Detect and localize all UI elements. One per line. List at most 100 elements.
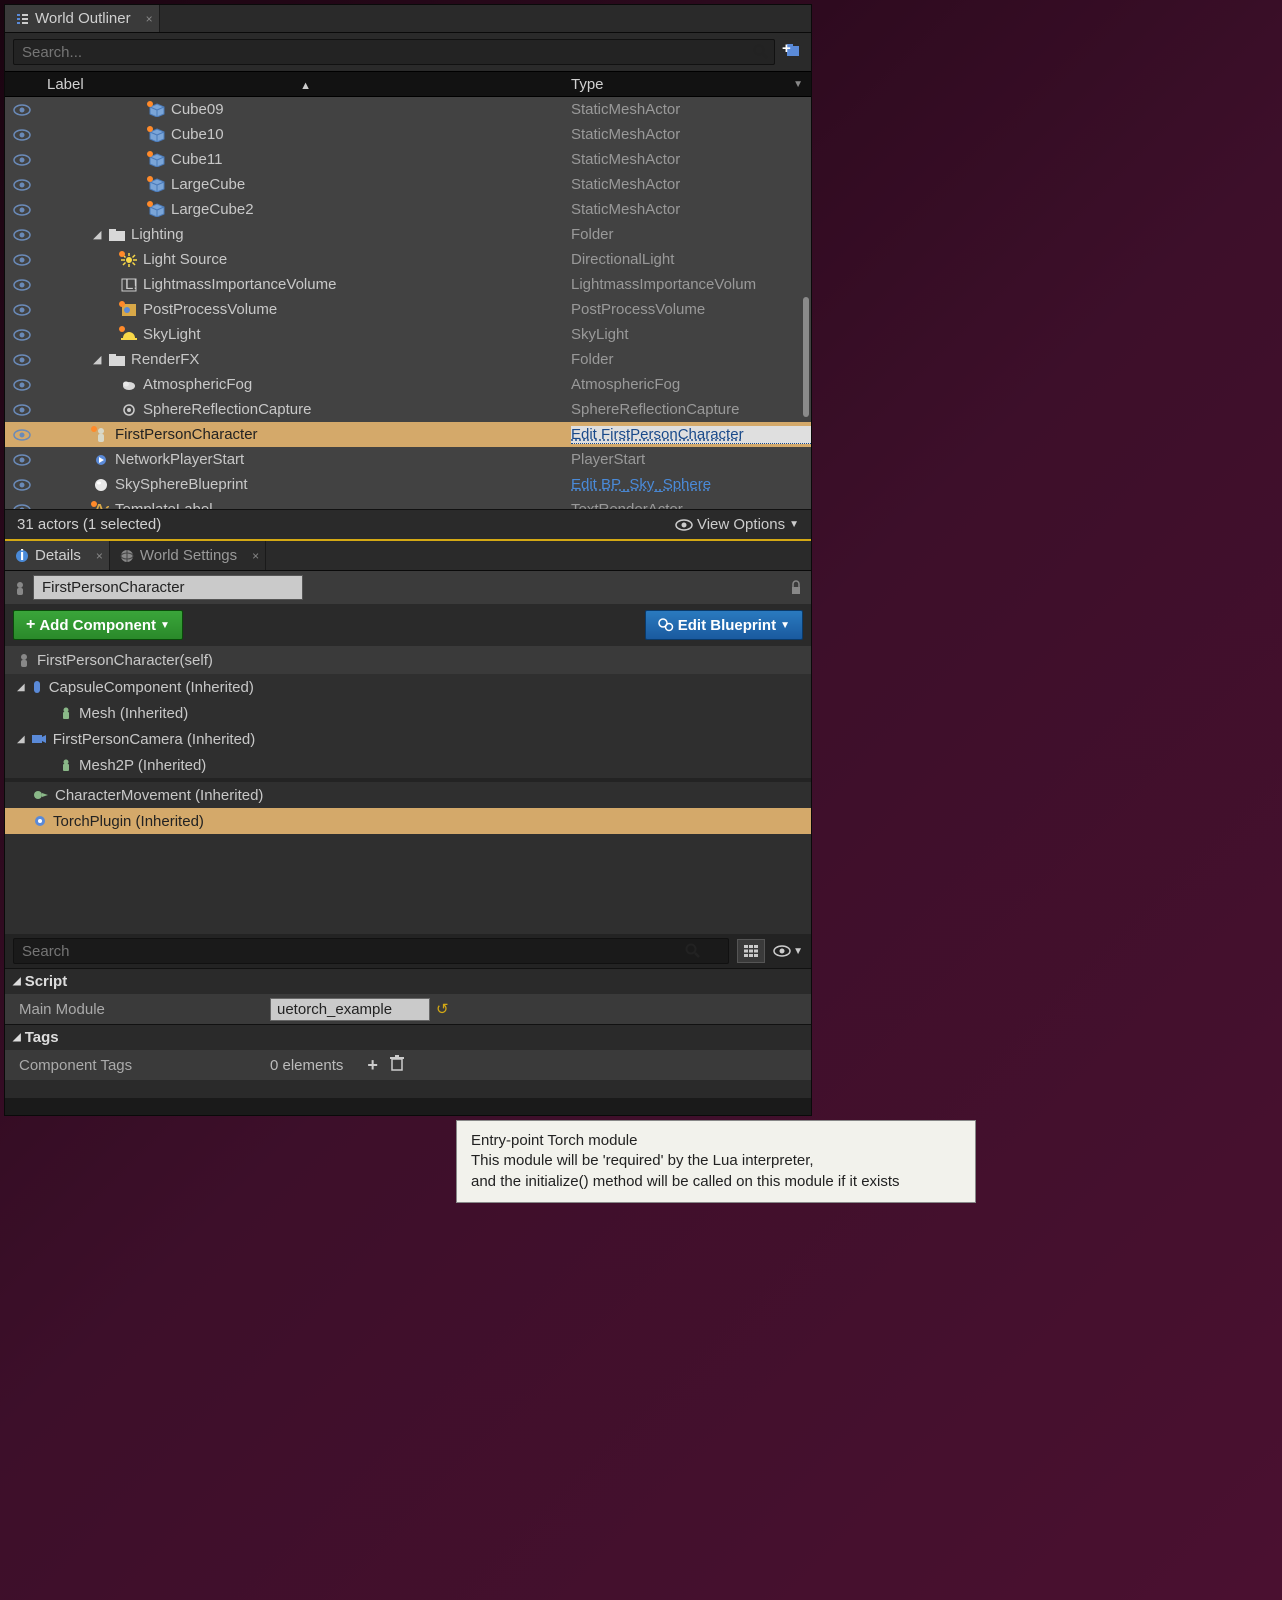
outliner-row[interactable]: Cube10StaticMeshActor (5, 122, 811, 147)
outliner-row[interactable]: NetworkPlayerStartPlayerStart (5, 447, 811, 472)
outliner-status-bar: 31 actors (1 selected) View Options ▼ (5, 509, 811, 539)
visibility-eye-icon[interactable] (5, 304, 39, 316)
component-label: CharacterMovement (Inherited) (55, 787, 263, 804)
visibility-eye-icon[interactable] (5, 179, 39, 191)
chevron-down-icon: ▼ (793, 946, 803, 957)
row-type: StaticMeshActor (571, 101, 811, 118)
edit-blueprint-button[interactable]: Edit Blueprint ▼ (645, 610, 803, 640)
outliner-row[interactable]: FirstPersonCharacter Edit FirstPersonChar… (5, 422, 811, 447)
row-type: StaticMeshActor (571, 126, 811, 143)
row-label: FirstPersonCharacter (115, 426, 258, 443)
actor-label-input[interactable] (33, 575, 303, 600)
outliner-row[interactable]: Light SourceDirectionalLight (5, 247, 811, 272)
visibility-eye-icon[interactable] (5, 379, 39, 391)
component-row[interactable]: FirstPersonCharacter(self) (5, 646, 811, 674)
tab-details[interactable]: i Details × (5, 541, 110, 570)
scrollbar-thumb[interactable] (803, 297, 809, 417)
main-module-field[interactable] (270, 998, 430, 1021)
outliner-row[interactable]: SphereReflectionCaptureSphereReflectionC… (5, 397, 811, 422)
visibility-eye-icon[interactable] (5, 454, 39, 466)
sphere-icon (93, 478, 109, 492)
visibility-eye-icon[interactable] (5, 404, 39, 416)
details-search-row: ▼ (5, 934, 811, 968)
outliner-row[interactable]: ◢RenderFXFolder (5, 347, 811, 372)
search-icon[interactable] (685, 943, 701, 959)
outliner-row[interactable]: Cube09StaticMeshActor (5, 97, 811, 122)
expand-arrow-icon[interactable]: ◢ (17, 734, 25, 745)
category-tags[interactable]: ◢ Tags (5, 1024, 811, 1050)
component-label: FirstPersonCamera (Inherited) (53, 731, 256, 748)
skylight-icon (121, 328, 137, 342)
visibility-eye-icon[interactable] (5, 429, 39, 441)
visibility-eye-icon[interactable] (5, 354, 39, 366)
header-type[interactable]: Type (571, 76, 793, 93)
reset-to-default-icon[interactable]: ↺ (436, 1000, 449, 1018)
add-folder-icon[interactable]: + (781, 41, 803, 63)
header-label[interactable]: Label ▲ (5, 76, 571, 93)
visibility-eye-icon[interactable] (5, 254, 39, 266)
category-script[interactable]: ◢ Script (5, 968, 811, 994)
component-row[interactable]: TorchPlugin (Inherited) (5, 808, 811, 834)
visibility-eye-icon[interactable] (5, 229, 39, 241)
tab-world-settings[interactable]: World Settings × (110, 541, 266, 570)
component-row[interactable]: ◢ FirstPersonCamera (Inherited) (5, 726, 811, 752)
trash-icon[interactable] (390, 1055, 404, 1076)
lock-icon[interactable] (789, 580, 803, 596)
details-search-input[interactable] (13, 938, 729, 964)
eye-visibility-button[interactable]: ▼ (773, 945, 803, 957)
close-icon[interactable]: × (146, 12, 153, 26)
component-label: Mesh (Inherited) (79, 705, 188, 722)
row-type: StaticMeshActor (571, 151, 811, 168)
property-matrix-button[interactable] (737, 939, 765, 963)
lightmass-icon: L! (121, 278, 137, 292)
outliner-tree: Cube09StaticMeshActorCube10StaticMeshAct… (5, 97, 811, 509)
visibility-eye-icon[interactable] (5, 104, 39, 116)
outliner-row[interactable]: LargeCubeStaticMeshActor (5, 172, 811, 197)
visibility-eye-icon[interactable] (5, 479, 39, 491)
tab-world-outliner[interactable]: World Outliner × (5, 5, 160, 32)
visibility-eye-icon[interactable] (5, 129, 39, 141)
add-element-icon[interactable]: + (367, 1055, 378, 1076)
visibility-eye-icon[interactable] (5, 154, 39, 166)
row-type: TextRenderActor (571, 501, 811, 509)
component-row[interactable]: Mesh (Inherited) (5, 700, 811, 726)
outliner-row[interactable]: Cube11StaticMeshActor (5, 147, 811, 172)
add-component-button[interactable]: + Add Component ▼ (13, 610, 183, 640)
folder-icon (109, 228, 125, 242)
close-icon[interactable]: × (252, 549, 259, 563)
outliner-row[interactable]: AaTemplateLabelTextRenderActor (5, 497, 811, 509)
visibility-eye-icon[interactable] (5, 279, 39, 291)
search-input[interactable] (13, 39, 775, 65)
outliner-row[interactable]: L!LightmassImportanceVolumeLightmassImpo… (5, 272, 811, 297)
component-row[interactable]: Mesh2P (Inherited) (5, 752, 811, 778)
visibility-eye-icon[interactable] (5, 329, 39, 341)
capsule-icon (31, 679, 43, 695)
component-tags-label: Component Tags (5, 1057, 270, 1074)
component-label: TorchPlugin (Inherited) (53, 813, 204, 830)
row-type: PlayerStart (571, 451, 811, 468)
header-menu-icon[interactable]: ▼ (793, 79, 811, 90)
view-options-button[interactable]: View Options ▼ (675, 516, 799, 533)
row-type[interactable]: Edit BP_Sky_Sphere (571, 476, 811, 493)
row-label: SphereReflectionCapture (143, 401, 311, 418)
expand-arrow-icon[interactable]: ◢ (93, 353, 103, 366)
elements-count: 0 elements (270, 1057, 343, 1074)
outliner-row[interactable]: SkyLightSkyLight (5, 322, 811, 347)
outliner-row[interactable]: PostProcessVolumePostProcessVolume (5, 297, 811, 322)
outliner-row[interactable]: LargeCube2StaticMeshActor (5, 197, 811, 222)
row-type[interactable]: Edit FirstPersonCharacter (571, 426, 811, 444)
expand-arrow-icon[interactable]: ◢ (17, 682, 25, 693)
visibility-eye-icon[interactable] (5, 204, 39, 216)
outliner-row[interactable]: AtmosphericFogAtmosphericFog (5, 372, 811, 397)
cube-icon (149, 103, 165, 117)
row-label: Light Source (143, 251, 227, 268)
outliner-row[interactable]: SkySphereBlueprintEdit BP_Sky_Sphere (5, 472, 811, 497)
component-row[interactable]: CharacterMovement (Inherited) (5, 782, 811, 808)
actor-count: 31 actors (1 selected) (17, 516, 161, 533)
component-row[interactable]: ◢CapsuleComponent (Inherited) (5, 674, 811, 700)
outliner-row[interactable]: ◢LightingFolder (5, 222, 811, 247)
search-icon[interactable] (753, 44, 769, 60)
visibility-eye-icon[interactable] (5, 504, 39, 510)
expand-arrow-icon[interactable]: ◢ (93, 228, 103, 241)
close-icon[interactable]: × (96, 549, 103, 563)
